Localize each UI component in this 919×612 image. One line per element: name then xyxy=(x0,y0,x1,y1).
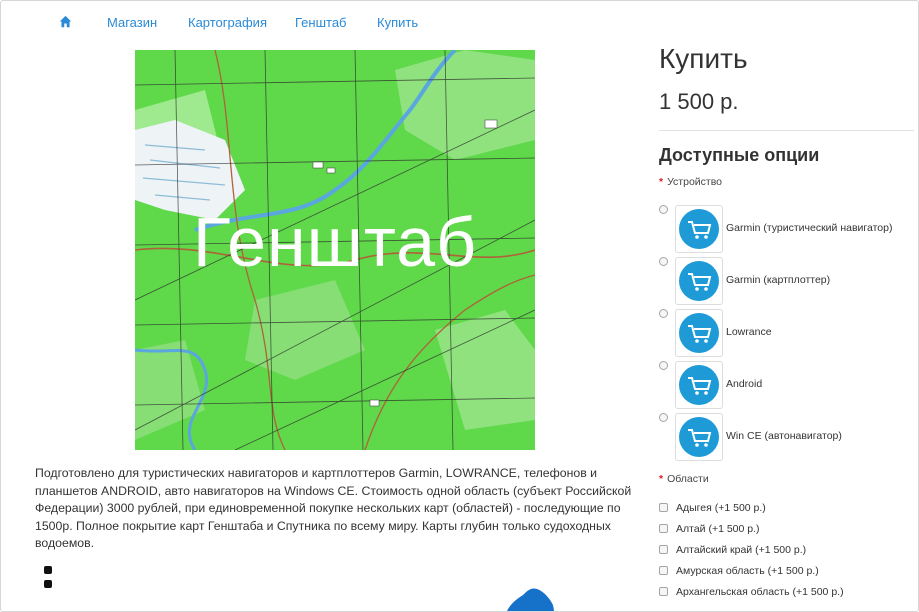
breadcrumb-genshtab[interactable]: Генштаб xyxy=(295,15,347,30)
device-label: Garmin (туристический навигатор) xyxy=(726,222,893,234)
breadcrumb: Магазин Картография Генштаб Купить xyxy=(1,1,641,45)
home-icon[interactable] xyxy=(59,15,72,28)
cart-logo-icon xyxy=(679,261,719,301)
region-label: Амурская область (+1 500 р.) xyxy=(676,565,819,577)
checkbox[interactable] xyxy=(659,587,668,596)
regions-option-label: * Области xyxy=(659,473,709,485)
checkbox[interactable] xyxy=(659,524,668,533)
divider xyxy=(659,130,914,131)
radio-button[interactable] xyxy=(659,309,668,318)
device-thumbnail xyxy=(675,257,723,305)
product-description: Подготовлено для туристических навигатор… xyxy=(35,466,632,550)
bullet-marker xyxy=(44,580,52,588)
checkbox[interactable] xyxy=(659,503,668,512)
product-price: 1 500 р. xyxy=(659,89,739,114)
radio-button[interactable] xyxy=(659,257,668,266)
device-label: Android xyxy=(726,378,763,390)
region-label: Алтайский край (+1 500 р.) xyxy=(676,544,807,556)
region-label: Алтай (+1 500 р.) xyxy=(676,523,760,535)
cart-logo-icon xyxy=(679,313,719,353)
required-asterisk: * xyxy=(659,176,664,188)
region-label: Адыгея (+1 500 р.) xyxy=(676,502,766,514)
device-thumbnail xyxy=(675,361,723,409)
radio-button[interactable] xyxy=(659,413,668,422)
device-option-wince[interactable]: Win CE (автонавигатор) xyxy=(659,413,909,461)
cart-logo-icon xyxy=(679,209,719,249)
device-option-garmin-plotter[interactable]: Garmin (картплоттер) xyxy=(659,257,909,305)
device-option-label: * Устройство xyxy=(659,176,723,188)
device-option-garmin-tourist[interactable]: Garmin (туристический навигатор) xyxy=(659,205,909,253)
device-label: Garmin (картплоттер) xyxy=(726,274,831,286)
device-thumbnail xyxy=(675,309,723,357)
product-image[interactable]: Генштаб xyxy=(135,50,535,450)
device-label: Lowrance xyxy=(726,326,772,338)
bullet-marker xyxy=(44,566,52,574)
radio-button[interactable] xyxy=(659,205,668,214)
page-frame: Магазин Картография Генштаб Купить Геншт… xyxy=(0,0,919,612)
product-title: Купить xyxy=(659,43,748,74)
checkbox[interactable] xyxy=(659,545,668,554)
required-asterisk: * xyxy=(659,473,664,485)
checkbox[interactable] xyxy=(659,566,668,575)
breadcrumb-buy[interactable]: Купить xyxy=(377,15,418,30)
device-option-android[interactable]: Android xyxy=(659,361,909,409)
device-label: Win CE (автонавигатор) xyxy=(726,430,842,442)
map-overlay-title: Генштаб xyxy=(192,203,478,281)
radio-button[interactable] xyxy=(659,361,668,370)
cart-logo-icon xyxy=(679,365,719,405)
device-thumbnail xyxy=(675,205,723,253)
device-option-lowrance[interactable]: Lowrance xyxy=(659,309,909,357)
options-heading: Доступные опции xyxy=(659,145,820,165)
breadcrumb-shop[interactable]: Магазин xyxy=(107,15,157,30)
device-thumbnail xyxy=(675,413,723,461)
breadcrumb-cartography[interactable]: Картография xyxy=(188,15,267,30)
cart-logo-icon xyxy=(679,417,719,457)
region-label: Архангельская область (+1 500 р.) xyxy=(676,586,844,598)
decorative-blue-shape xyxy=(507,588,555,611)
